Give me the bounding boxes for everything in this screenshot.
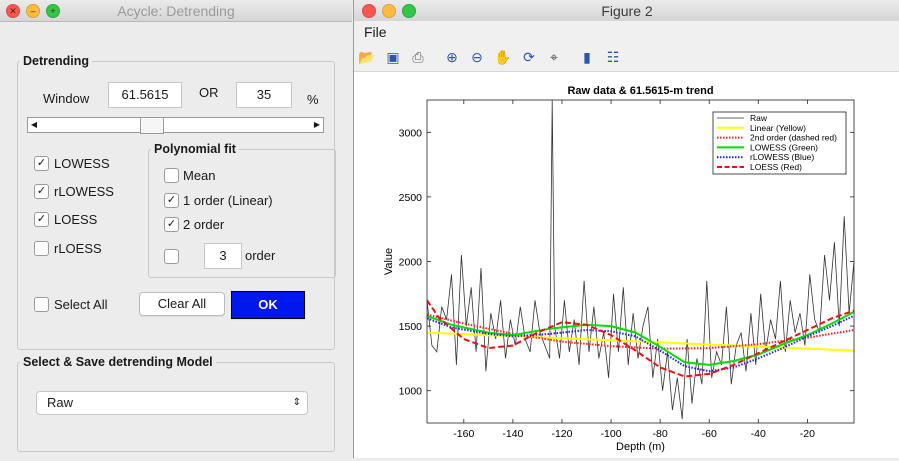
print-icon[interactable]: ⎙ — [409, 48, 427, 66]
zoom-in-icon[interactable]: ⊕ — [443, 48, 461, 66]
legend-entry: rLOWESS (Blue) — [750, 152, 814, 162]
slider-right-arrow-icon[interactable]: ▶ — [311, 118, 323, 132]
custom-order-label: order — [245, 248, 276, 263]
x-tick-label: -60 — [702, 428, 717, 440]
x-tick-label: -140 — [502, 428, 523, 440]
y-tick-label: 2000 — [399, 257, 423, 269]
select-all-checkbox[interactable] — [34, 297, 49, 312]
method-label: rLOESS — [54, 241, 102, 256]
legend-entry: LOESS (Red) — [750, 162, 802, 172]
y-axis-label: Value — [383, 248, 395, 275]
detrending-window: ✕ – + Acycle: Detrending Detrending Wind… — [0, 0, 352, 458]
method-label: LOWESS — [54, 156, 110, 171]
ok-button[interactable]: OK — [231, 291, 305, 319]
x-tick-label: -160 — [453, 428, 474, 440]
model-select[interactable]: Raw ⇕ — [36, 391, 308, 415]
select-all-label: Select All — [54, 297, 108, 312]
custom-order-input[interactable]: 3 — [204, 243, 242, 269]
x-tick-label: -40 — [751, 428, 766, 440]
method-label: rLOWESS — [54, 184, 114, 199]
y-tick-label: 3000 — [399, 127, 423, 139]
pan-hand-icon[interactable]: ✋ — [494, 48, 512, 66]
polynomial-fit-legend: Polynomial fit — [154, 142, 236, 156]
y-tick-label: 1500 — [399, 321, 423, 333]
zoom-out-icon[interactable]: ⊖ — [468, 48, 486, 66]
menu-file[interactable]: File — [364, 24, 387, 40]
y-tick-label: 2500 — [399, 192, 423, 204]
percent-unit-label: % — [307, 92, 319, 107]
legend-entry: Linear (Yellow) — [750, 123, 806, 133]
percent-input[interactable]: 35 — [236, 82, 292, 108]
or-label: OR — [199, 85, 219, 100]
method-checkbox-lowess[interactable]: ✓ — [34, 156, 49, 171]
legend-entry: LOWESS (Green) — [750, 142, 818, 152]
model-legend: Select & Save detrending Model — [23, 355, 213, 369]
polyfit-checkbox[interactable]: ✓ — [164, 217, 179, 232]
custom-order-checkbox[interactable] — [164, 249, 179, 264]
legend-icon[interactable]: ☷ — [604, 48, 622, 66]
chart-svg: Raw data & 61.5615-m trend -160 -140 -120 -1… — [383, 85, 855, 453]
detrending-titlebar: ✕ – + Acycle: Detrending — [0, 0, 352, 22]
figure-menubar: File — [354, 21, 899, 43]
slider-left-arrow-icon[interactable]: ◀ — [28, 118, 40, 132]
x-axis-label: Depth (m) — [616, 441, 665, 453]
method-checkbox-rlowess[interactable]: ✓ — [34, 184, 49, 199]
polyfit-label: 1 order (Linear) — [183, 193, 273, 208]
rotate-3d-icon[interactable]: ⟳ — [520, 48, 538, 66]
polyfit-label: 2 order — [183, 217, 225, 232]
window-title: Acycle: Detrending — [117, 3, 235, 19]
window-label: Window — [43, 91, 90, 106]
slider-thumb[interactable] — [139, 117, 164, 134]
y-tick-label: 1000 — [399, 386, 423, 398]
method-checkbox-loess[interactable]: ✓ — [34, 212, 49, 227]
detrending-legend: Detrending — [23, 54, 89, 68]
data-cursor-icon[interactable]: ⌖ — [545, 48, 563, 66]
save-icon[interactable]: ▣ — [384, 48, 402, 66]
model-select-value: Raw — [47, 395, 74, 410]
window-value-input[interactable]: 61.5615 — [108, 82, 182, 108]
polyfit-checkbox[interactable]: ✓ — [164, 193, 179, 208]
figure-titlebar: Figure 2 — [354, 0, 899, 22]
figure-title: Figure 2 — [601, 3, 653, 19]
chart-title: Raw data & 61.5615-m trend — [567, 85, 713, 97]
open-icon[interactable]: 📂 — [358, 48, 376, 66]
figure-toolbar: 📂 ▣ ⎙ ⊕ ⊖ ✋ ⟳ ⌖ ▮ ☷ — [354, 43, 899, 72]
clear-all-button[interactable]: Clear All — [139, 292, 225, 316]
window-slider[interactable]: ◀ ▶ — [27, 117, 324, 134]
polyfit-checkbox[interactable] — [164, 168, 179, 183]
figure-window: Figure 2 File 📂 ▣ ⎙ ⊕ ⊖ ✋ ⟳ ⌖ ▮ ☷ Raw da… — [353, 0, 899, 458]
colorbar-icon[interactable]: ▮ — [578, 48, 596, 66]
figure-canvas: Raw data & 61.5615-m trend -160 -140 -120 -1… — [354, 72, 899, 458]
legend-entry: Raw — [750, 113, 768, 123]
x-tick-label: -120 — [551, 428, 572, 440]
method-label: LOESS — [54, 212, 98, 227]
method-checkbox-rloess[interactable] — [34, 241, 49, 256]
x-tick-label: -100 — [601, 428, 622, 440]
legend-entry: 2nd order (dashed red) — [750, 133, 837, 143]
polyfit-label: Mean — [183, 168, 216, 183]
x-tick-label: -80 — [653, 428, 668, 440]
select-chevron-icon: ⇕ — [292, 397, 301, 408]
x-tick-label: -20 — [800, 428, 815, 440]
